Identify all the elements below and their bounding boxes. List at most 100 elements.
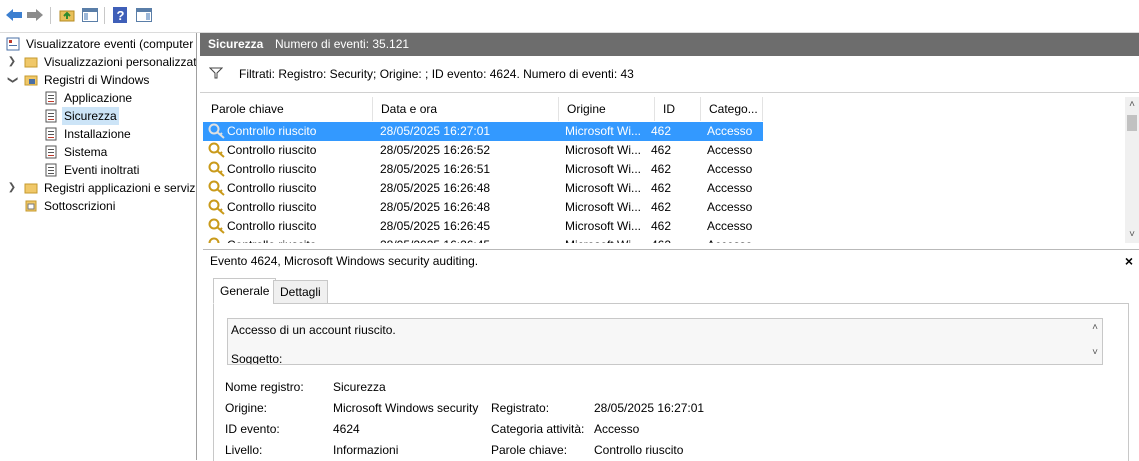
table-row[interactable]: Controllo riuscito 28/05/2025 16:26:51 Mic… <box>203 160 763 179</box>
tree-item-custom-views[interactable]: ❯ Visualizzazioni personalizzate <box>0 53 196 71</box>
table-cell: 4624 <box>651 236 671 243</box>
table-cell: 28/05/2025 16:26:48 <box>380 200 491 214</box>
table-cell: 28/05/2025 16:26:52 <box>380 143 491 157</box>
table-cell: Accesso <box>707 162 753 176</box>
table-cell: Controllo riuscito <box>227 162 317 176</box>
log-icon <box>45 109 57 123</box>
tree-item-label: Visualizzazioni personalizzate <box>44 55 197 69</box>
close-icon[interactable]: × <box>1125 250 1133 273</box>
filter-bar: Filtrati: Registro: Security; Origine: ;… <box>200 57 1139 93</box>
event-viewer-icon <box>6 37 20 51</box>
log-title: Sicurezza <box>208 37 264 51</box>
table-cell: 28/05/2025 16:26:45 <box>380 219 491 233</box>
log-icon <box>45 145 57 159</box>
table-row[interactable]: Controllo riuscito 28/05/2025 16:26:45 Mic… <box>203 217 763 236</box>
console-tree: Visualizzatore eventi (computer ❯ Visual… <box>0 33 197 460</box>
column-header-date[interactable]: Data e ora <box>373 97 559 121</box>
tree-item-security[interactable]: Sicurezza <box>0 107 196 125</box>
table-cell: 4624 <box>651 181 671 195</box>
event-detail-header: Evento 4624, Microsoft Windows security … <box>203 249 1139 273</box>
table-cell: 4624 <box>651 219 671 233</box>
table-row[interactable]: Controllo riuscito 28/05/2025 16:27:01 Mic… <box>203 122 763 141</box>
scroll-up-icon[interactable]: ˄ <box>1092 322 1098 333</box>
forward-icon[interactable] <box>26 6 44 24</box>
table-cell: Accesso <box>707 124 753 138</box>
scrollbar-thumb[interactable] <box>1127 115 1137 131</box>
chevron-down-icon[interactable]: ❯ <box>3 74 21 86</box>
event-description[interactable]: Accesso di un account riuscito. Soggetto… <box>227 318 1103 365</box>
field-label: Nome registro: <box>225 380 304 394</box>
event-rows: Controllo riuscito 28/05/2025 16:27:01 Mic… <box>203 122 1123 243</box>
folder-up-icon[interactable] <box>58 6 76 24</box>
table-cell: 28/05/2025 16:27:01 <box>380 124 491 138</box>
tree-item-windows-logs[interactable]: ❯ Registri di Windows <box>0 71 196 89</box>
table-cell: Microsoft Wi... <box>565 200 642 214</box>
table-cell: Microsoft Wi... <box>565 219 642 233</box>
tree-item-subscriptions[interactable]: Sottoscrizioni <box>0 197 196 215</box>
scroll-down-icon[interactable]: ˅ <box>1092 347 1098 358</box>
field-label: Livello: <box>225 443 263 457</box>
field-value-log-name: Sicurezza <box>333 380 386 394</box>
help-icon[interactable]: ? <box>111 6 129 24</box>
tree-item-label: Sottoscrizioni <box>44 199 116 213</box>
description-line: Soggetto: <box>231 352 283 365</box>
filter-text: Filtrati: Registro: Security; Origine: ;… <box>239 67 634 81</box>
tree-item-label: Registri applicazioni e servizi <box>44 181 197 195</box>
column-header-category[interactable]: Catego... <box>701 97 763 121</box>
tab-details[interactable]: Dettagli <box>273 280 328 304</box>
tree-item-label: Registri di Windows <box>44 73 150 87</box>
scroll-up-icon[interactable]: ˄ <box>1127 99 1137 111</box>
column-header-keywords[interactable]: Parole chiave <box>203 97 373 121</box>
toolbar-separator <box>104 7 105 24</box>
tree-root[interactable]: Visualizzatore eventi (computer <box>0 35 196 53</box>
table-cell: Controllo riuscito <box>227 219 317 233</box>
field-label: ID evento: <box>225 422 280 436</box>
field-value-task: Accesso <box>594 422 640 436</box>
scroll-down-icon[interactable]: ˅ <box>1127 229 1137 241</box>
log-icon <box>45 91 57 105</box>
toolbar: ? <box>0 0 1139 33</box>
table-row[interactable]: Controllo riuscito 28/05/2025 16:26:45 Mic… <box>203 236 763 243</box>
log-icon <box>45 163 57 177</box>
field-value-keywords: Controllo riuscito <box>594 443 684 457</box>
event-count: Numero di eventi: 35.121 <box>275 37 410 51</box>
key-icon <box>208 237 226 243</box>
table-cell: 4624 <box>651 200 671 214</box>
chevron-right-icon[interactable]: ❯ <box>6 53 18 71</box>
chevron-right-icon[interactable]: ❯ <box>6 179 18 197</box>
tree-item-label: Applicazione <box>64 91 133 105</box>
table-cell: Controllo riuscito <box>227 200 317 214</box>
table-row[interactable]: Controllo riuscito 28/05/2025 16:26:52 Mic… <box>203 141 763 160</box>
table-row[interactable]: Controllo riuscito 28/05/2025 16:26:48 Mic… <box>203 198 763 217</box>
table-cell: 28/05/2025 16:26:51 <box>380 162 491 176</box>
tree-item-app-service-logs[interactable]: ❯ Registri applicazioni e servizi <box>0 179 196 197</box>
tree-item-application[interactable]: Applicazione <box>0 89 196 107</box>
column-header-event-id[interactable]: ID ev... <box>655 97 701 140</box>
table-row[interactable]: Controllo riuscito 28/05/2025 16:26:48 Mic… <box>203 179 763 198</box>
tree-item-label: Sistema <box>64 145 108 159</box>
tree-item-label: Sicurezza <box>62 107 119 125</box>
subscription-icon <box>25 200 37 212</box>
field-label: Categoria attività: <box>491 422 585 436</box>
show-hide-console-tree-icon[interactable] <box>81 6 99 24</box>
table-cell: Controllo riuscito <box>227 124 317 138</box>
log-header: Sicurezza Numero di eventi: 35.121 <box>200 33 1139 56</box>
tree-item-system[interactable]: Sistema <box>0 143 196 161</box>
toolbar-separator <box>50 7 51 24</box>
back-icon[interactable] <box>5 6 23 24</box>
table-cell: Accesso <box>707 143 753 157</box>
table-cell: 28/05/2025 16:26:45 <box>380 236 490 243</box>
table-cell: 4624 <box>651 124 671 138</box>
field-label: Origine: <box>225 401 268 415</box>
column-header-source[interactable]: Origine <box>559 97 655 121</box>
table-cell: Controllo riuscito <box>227 181 317 195</box>
tree-item-setup[interactable]: Installazione <box>0 125 196 143</box>
tab-general[interactable]: Generale <box>213 278 277 304</box>
show-hide-action-pane-icon[interactable] <box>135 6 153 24</box>
tree-item-forwarded-events[interactable]: Eventi inoltrati <box>0 161 196 179</box>
table-cell: Accesso <box>707 200 753 214</box>
field-value-level: Informazioni <box>333 443 399 457</box>
table-cell: Accesso <box>707 181 753 195</box>
event-list-scrollbar[interactable]: ˄ ˅ <box>1125 97 1139 243</box>
tree-root-label: Visualizzatore eventi (computer <box>26 37 194 51</box>
